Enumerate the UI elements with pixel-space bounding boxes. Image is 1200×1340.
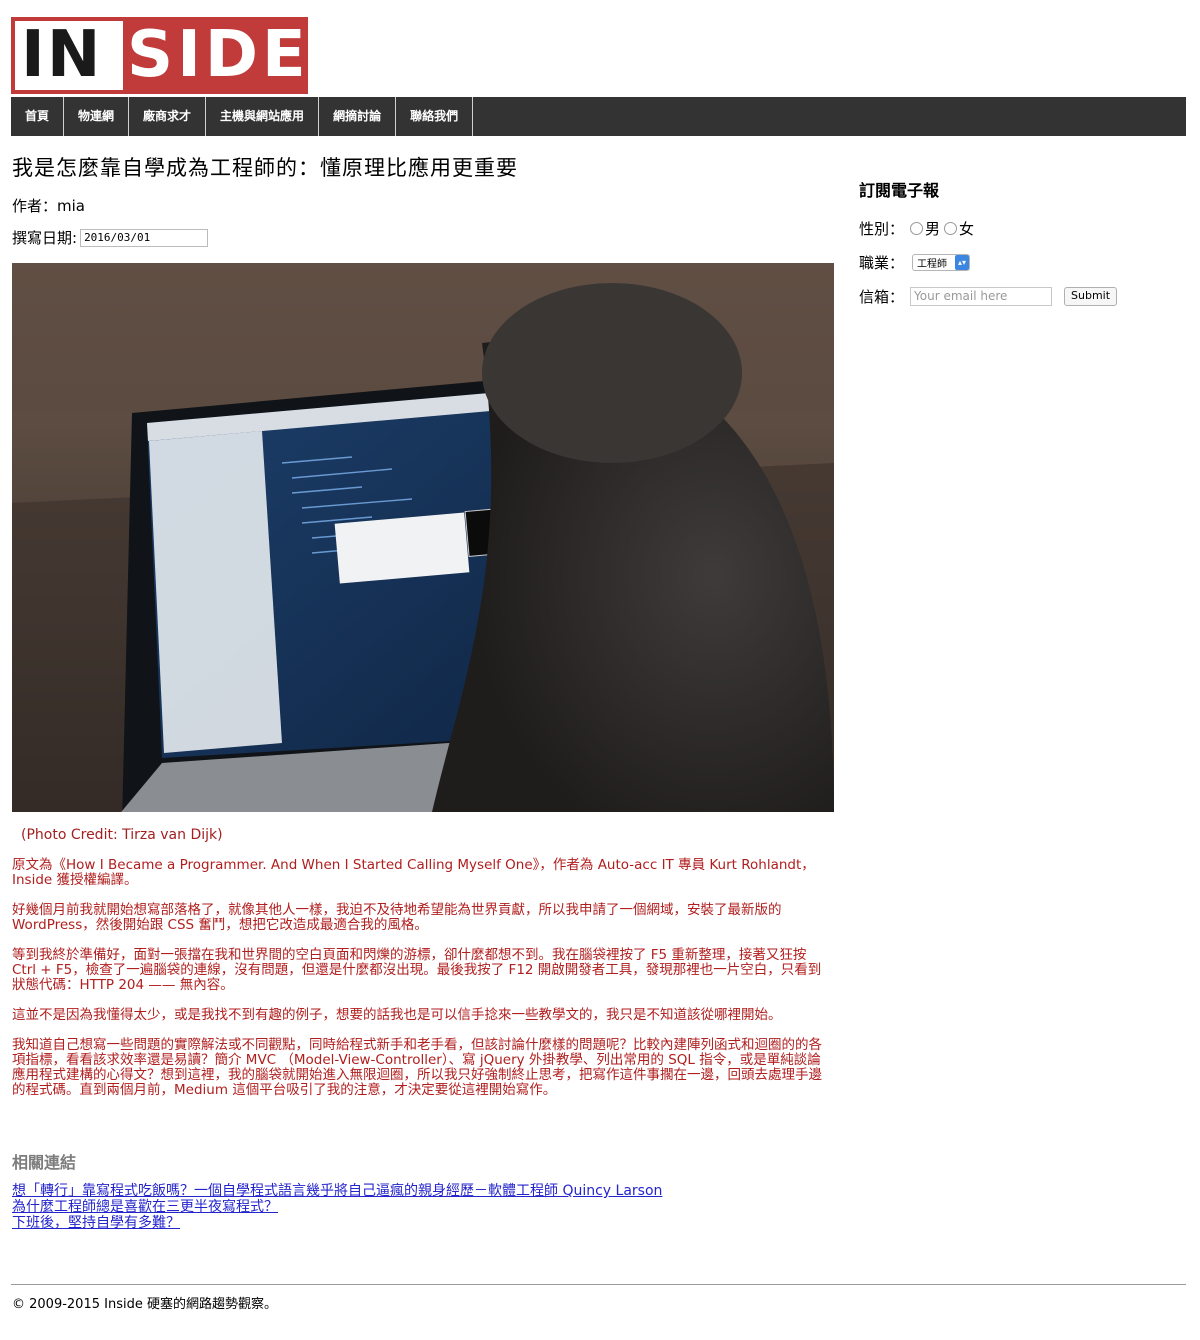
article-body: 原文為《How I Became a Programmer. And When …	[12, 858, 834, 1113]
main-nav: 首頁 物連網 廠商求才 主機與網站應用 網摘討論 聯絡我們	[11, 97, 1186, 136]
article-photo	[12, 263, 834, 812]
email-label: 信箱：	[859, 287, 905, 306]
article-paragraph: 我知道自己想寫一些問題的實際解法或不同觀點，同時給程式新手和老手看，但該討論什麼…	[12, 1037, 822, 1098]
nav-item-digest[interactable]: 網摘討論	[319, 97, 397, 136]
gender-label: 性別：	[859, 219, 905, 238]
job-select-value: 工程師	[917, 258, 948, 270]
related-links-heading: 相關連結	[12, 1153, 77, 1172]
related-link[interactable]: 下班後，堅持自學有多難？	[12, 1215, 662, 1231]
article-paragraph: 等到我終於準備好，面對一張擋在我和世界間的空白頁面和閃爍的游標，卻什麼都想不到。…	[12, 947, 822, 993]
submit-button[interactable]: Submit	[1064, 286, 1118, 306]
date-label: 撰寫日期:	[12, 229, 78, 247]
laptop-photo-illustration	[12, 263, 834, 812]
logo-text-dark: IN	[15, 21, 123, 90]
logo-frame: IN SIDE	[15, 21, 306, 90]
email-row: 信箱： Your email here Submit	[859, 285, 1179, 307]
job-row: 職業： 工程師 ▴▾	[859, 251, 1179, 273]
date-field[interactable]: 2016/03/01	[80, 228, 209, 247]
footer-divider	[11, 1284, 1186, 1285]
gender-female-label[interactable]: 女	[959, 218, 974, 239]
article-paragraph: 好幾個月前我就開始想寫部落格了，就像其他人一樣，我迫不及待地希望能為世界貢獻，所…	[12, 902, 782, 933]
gender-male-radio[interactable]	[910, 221, 924, 235]
newsletter-title: 訂閱電子報	[859, 181, 940, 200]
article-paragraph: 這並不是因為我懂得太少，或是我找不到有趣的例子，想要的話我也是可以信手捻來一些教…	[12, 1007, 782, 1023]
gender-female-radio[interactable]	[944, 221, 958, 235]
job-select[interactable]: 工程師 ▴▾	[912, 253, 971, 271]
email-field[interactable]: Your email here	[910, 286, 1053, 306]
related-links-list: 想「轉行」靠寫程式吃飯嗎？一個自學程式語言幾乎將自己逼瘋的親身經歷－軟體工程師 …	[12, 1183, 662, 1231]
logo-text-light: SIDE	[123, 21, 306, 90]
footer-copyright: © 2009-2015 Inside 硬塞的網路趨勢觀察。	[12, 1297, 277, 1312]
related-link[interactable]: 為什麼工程師總是喜歡在三更半夜寫程式？	[12, 1199, 662, 1215]
select-arrows-icon: ▴▾	[955, 254, 970, 270]
nav-item-home[interactable]: 首頁	[11, 97, 65, 136]
photo-credit: (Photo Credit: Tirza van Dijk)	[21, 827, 223, 843]
article-author: 作者：mia	[12, 197, 85, 215]
nav-item-jobs[interactable]: 廠商求才	[129, 97, 207, 136]
gender-row: 性別： 男 女	[859, 217, 1179, 239]
job-label: 職業：	[859, 253, 905, 272]
nav-item-contact[interactable]: 聯絡我們	[396, 97, 474, 136]
article-title: 我是怎麼靠自學成為工程師的：懂原理比應用更重要	[12, 156, 518, 180]
site-logo[interactable]: IN SIDE	[11, 17, 308, 94]
nav-item-hosting[interactable]: 主機與網站應用	[206, 97, 320, 136]
newsletter-sidebar: 訂閱電子報 性別： 男 女 職業： 工程師 ▴▾ 信箱： Your email …	[859, 177, 1179, 319]
date-row: 撰寫日期: 2016/03/01	[12, 227, 209, 248]
nav-item-iot[interactable]: 物連網	[64, 97, 130, 136]
gender-male-label[interactable]: 男	[925, 218, 940, 239]
related-link[interactable]: 想「轉行」靠寫程式吃飯嗎？一個自學程式語言幾乎將自己逼瘋的親身經歷－軟體工程師 …	[12, 1183, 662, 1199]
article-paragraph: 原文為《How I Became a Programmer. And When …	[12, 857, 815, 888]
